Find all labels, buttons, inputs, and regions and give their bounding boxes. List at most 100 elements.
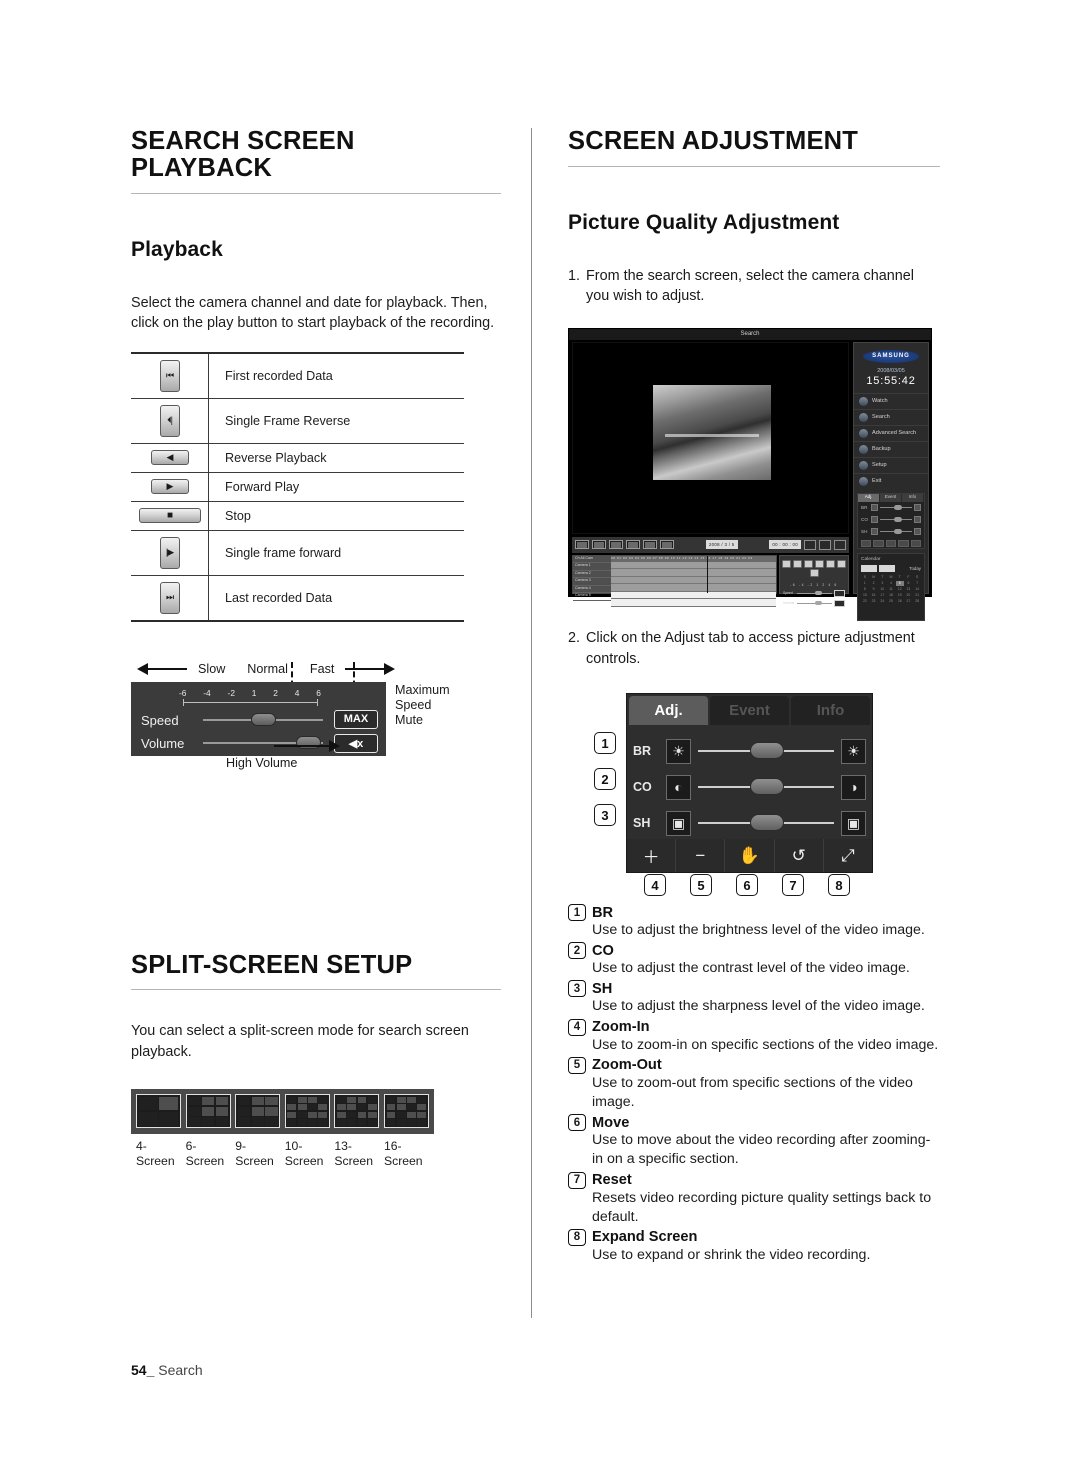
first-recorded-data-icon[interactable]: ⏮ xyxy=(159,359,180,392)
toolbar-split-10-icon[interactable] xyxy=(626,540,640,550)
dvr-adjust-button[interactable] xyxy=(873,539,884,547)
toolbar-time-field[interactable]: 00 : 00 : 00 xyxy=(769,540,801,550)
dvr-volume-slider[interactable] xyxy=(797,600,832,605)
dvr-menu-item-search[interactable]: Search xyxy=(854,408,928,425)
single-frame-reverse-icon[interactable]: ⏴| xyxy=(159,404,180,437)
adjust-slider-knob[interactable] xyxy=(749,778,784,796)
dvr-mini-tab-info[interactable]: Info xyxy=(902,493,924,502)
toolbar-split-9-icon[interactable] xyxy=(609,540,623,550)
calendar-day[interactable]: 6 xyxy=(905,581,913,586)
adjust-panel[interactable]: Adj. Event Info BR ☀ ☀ CO ◐ ◑ SH ▣ ▣ ＋ − ✋ ↺ ⤢ xyxy=(626,693,873,874)
adjust-tab-adj[interactable]: Adj. xyxy=(629,696,708,726)
calendar-day[interactable]: 26 xyxy=(896,599,904,604)
sharpness-icon[interactable]: ▣ xyxy=(666,810,691,836)
dvr-menu[interactable]: Watch Search Advanced Search Backup Setup Exi… xyxy=(854,392,928,489)
adjust-panel-tabs[interactable]: Adj. Event Info xyxy=(627,694,872,726)
dvr-mini-track[interactable] xyxy=(880,517,912,523)
adjust-tab-info[interactable]: Info xyxy=(791,696,870,726)
calendar-day[interactable]: 7 xyxy=(913,581,921,586)
adjust-row-sh[interactable]: SH ▣ ▣ xyxy=(633,805,866,841)
calendar-day[interactable]: 5 xyxy=(895,580,904,586)
reverse-playback-icon[interactable] xyxy=(804,559,813,568)
contrast-high-icon[interactable]: ◑ xyxy=(841,774,866,800)
toolbar-split-4-icon[interactable] xyxy=(575,540,589,550)
calendar-year-field[interactable] xyxy=(861,564,877,572)
forward-play-icon[interactable] xyxy=(815,559,824,568)
calendar-day[interactable]: 22 xyxy=(861,599,869,604)
stop-icon[interactable] xyxy=(809,568,819,577)
dvr-playback-controls[interactable]: -6 -4 -2 1 2 4 6 Speed Volume xyxy=(779,554,849,607)
calendar-day[interactable]: 19 xyxy=(896,593,904,598)
split-screen-button-6[interactable] xyxy=(185,1094,231,1129)
calendar-day[interactable]: 18 xyxy=(887,593,895,598)
adjust-slider-br[interactable] xyxy=(698,742,834,760)
dvr-mini-icon-right[interactable] xyxy=(914,528,921,536)
dvr-mini-icon-right[interactable] xyxy=(914,504,921,512)
contrast-icon[interactable]: ◐ xyxy=(666,774,691,800)
calendar-day[interactable]: 9 xyxy=(870,587,878,592)
timeline-channel-label[interactable]: Camera 5 xyxy=(573,593,611,601)
dvr-adjust-button[interactable] xyxy=(885,539,897,547)
last-recorded-data-icon[interactable]: ⏭ xyxy=(159,581,180,614)
toolbar-split-13-icon[interactable] xyxy=(643,540,657,550)
dvr-mini-track[interactable] xyxy=(880,529,912,535)
dvr-toolbar[interactable]: 2008 / 3 / 5 00 : 00 : 00 xyxy=(572,536,849,553)
dvr-adjust-button[interactable] xyxy=(898,539,909,547)
dvr-menu-item-backup[interactable]: Backup xyxy=(854,440,928,457)
single-frame-reverse-icon[interactable] xyxy=(793,559,802,568)
dvr-menu-item-setup[interactable]: Setup xyxy=(854,456,928,473)
calendar-day[interactable]: 15 xyxy=(861,593,869,598)
calendar-day[interactable]: 16 xyxy=(870,593,878,598)
timeline-bar[interactable] xyxy=(611,584,776,592)
max-speed-button[interactable]: MAX xyxy=(334,709,378,729)
calendar-day[interactable]: 23 xyxy=(870,599,878,604)
calendar-day[interactable]: 28 xyxy=(913,599,921,604)
playback-control-row-2[interactable] xyxy=(780,568,848,577)
timeline-bar[interactable] xyxy=(611,561,776,570)
calendar-day[interactable]: 17 xyxy=(878,593,886,598)
stop-icon[interactable]: ■ xyxy=(138,508,201,524)
calendar-day[interactable]: 12 xyxy=(896,587,904,592)
calendar-day[interactable]: 11 xyxy=(887,587,895,592)
calendar-day[interactable]: 24 xyxy=(878,599,886,604)
dvr-adjust-button[interactable] xyxy=(861,539,872,547)
calendar-month-field[interactable] xyxy=(879,564,895,572)
dvr-menu-item-watch[interactable]: Watch xyxy=(854,392,928,409)
timeline-bar[interactable] xyxy=(611,591,776,600)
calendar-day[interactable]: 10 xyxy=(878,587,886,592)
calendar-day[interactable]: 13 xyxy=(905,587,913,592)
toolbar-print-icon[interactable] xyxy=(819,539,831,550)
timeline-grid[interactable]: 00 01 02 03 04 05 06 07 08 09 10 11 12 1… xyxy=(611,555,776,607)
calendar-grid[interactable]: S M T W T F S 1 2 3 4 5 6 7 8 9 10 11 12 13 14 15 16 17 18 19 20 21… xyxy=(861,575,921,604)
reset-rotate-icon[interactable]: ↺ xyxy=(774,839,824,873)
adjust-slider-co[interactable] xyxy=(698,778,834,796)
timeline-playhead[interactable] xyxy=(706,555,709,593)
last-recorded-data-icon[interactable] xyxy=(837,559,846,568)
toolbar-fullscreen-icon[interactable] xyxy=(834,539,846,550)
calendar-day[interactable]: 3 xyxy=(878,581,886,586)
zoom-in-plus-icon[interactable]: ＋ xyxy=(627,839,677,873)
brightness-icon[interactable]: ☀ xyxy=(666,738,691,764)
speed-slider-knob[interactable] xyxy=(251,713,276,727)
reverse-playback-icon[interactable]: ◀ xyxy=(150,450,189,466)
dvr-speed-slider-row[interactable]: Speed xyxy=(780,589,848,597)
adjust-slider-sh[interactable] xyxy=(698,814,834,832)
timeline-channel-label[interactable]: Camera 4 xyxy=(573,586,611,594)
timeline-bar[interactable] xyxy=(611,569,776,577)
dvr-adjust-buttons[interactable] xyxy=(858,538,924,549)
split-screen-button-strip[interactable] xyxy=(131,1088,434,1134)
calendar-day[interactable]: 20 xyxy=(905,593,913,598)
adjust-panel-tool-buttons[interactable]: ＋ − ✋ ↺ ⤢ xyxy=(627,839,873,873)
dvr-adjust-mini-panel[interactable]: Adj. Event Info BR CO SH xyxy=(857,492,925,549)
dvr-speed-slider[interactable] xyxy=(797,590,832,595)
dvr-mini-slider-row[interactable]: CO xyxy=(858,514,924,526)
toolbar-split-6-icon[interactable] xyxy=(592,540,606,550)
timeline-channel-label[interactable]: Ch All Cam xyxy=(573,556,611,564)
forward-play-icon[interactable]: ▶ xyxy=(150,479,189,495)
calendar-today-button[interactable]: Today xyxy=(909,566,921,571)
expand-screen-icon[interactable]: ⤢ xyxy=(823,839,873,873)
dvr-volume-slider-row[interactable]: Volume xyxy=(780,599,848,607)
dvr-mini-track[interactable] xyxy=(880,505,912,511)
adjust-slider-knob[interactable] xyxy=(749,814,784,832)
playback-control-row-1[interactable] xyxy=(780,559,848,568)
